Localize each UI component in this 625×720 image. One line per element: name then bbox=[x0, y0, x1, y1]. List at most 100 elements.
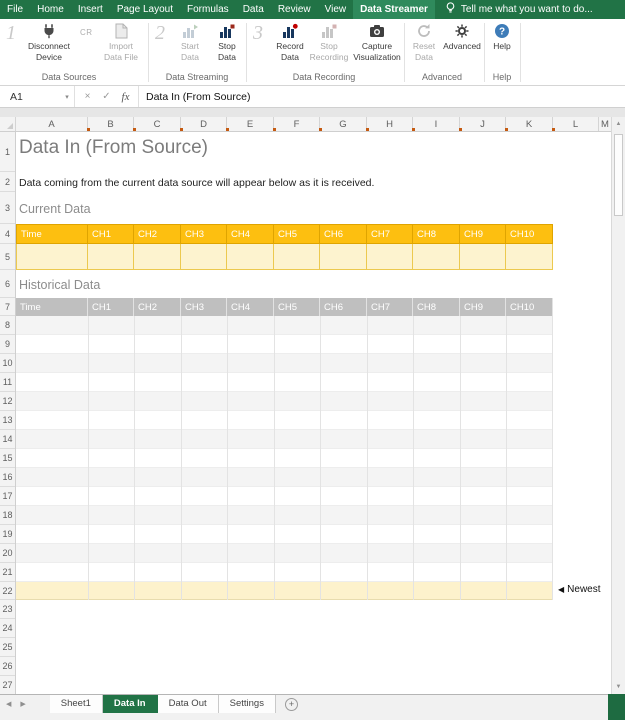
table-header-cell[interactable]: CH9 bbox=[460, 224, 506, 244]
reset-data-button[interactable]: Reset Data bbox=[406, 22, 442, 62]
advanced-button[interactable]: Advanced bbox=[442, 22, 482, 52]
column-header-h[interactable]: H bbox=[367, 117, 413, 131]
tab-data-streamer[interactable]: Data Streamer bbox=[353, 0, 435, 19]
name-box[interactable]: A1 bbox=[0, 86, 60, 107]
row-header[interactable]: 22 bbox=[0, 582, 15, 600]
insert-function-icon[interactable]: fx bbox=[116, 91, 135, 103]
table-row[interactable] bbox=[16, 449, 553, 468]
table-header-cell[interactable]: CH4 bbox=[227, 224, 274, 244]
sheet-tab-data-in[interactable]: Data In bbox=[103, 695, 158, 713]
disconnect-device-button[interactable]: Disconnect Device bbox=[24, 22, 74, 62]
table-header-cell[interactable]: CH6 bbox=[320, 224, 367, 244]
tab-file[interactable]: File bbox=[0, 0, 30, 19]
row-header[interactable]: 24 bbox=[0, 619, 15, 638]
select-all-corner[interactable] bbox=[0, 117, 16, 131]
table-cell[interactable] bbox=[16, 244, 88, 270]
table-header-cell[interactable]: CH3 bbox=[181, 224, 227, 244]
tab-home[interactable]: Home bbox=[30, 0, 71, 19]
tell-me-box[interactable]: Tell me what you want to do... bbox=[437, 0, 601, 19]
row-header[interactable]: 2 bbox=[0, 172, 15, 192]
tab-review[interactable]: Review bbox=[271, 0, 318, 19]
table-row[interactable] bbox=[16, 354, 553, 373]
row-header[interactable]: 23 bbox=[0, 600, 15, 619]
table-row[interactable] bbox=[16, 411, 553, 430]
column-header-m[interactable]: M bbox=[599, 117, 611, 131]
row-header[interactable]: 15 bbox=[0, 449, 15, 468]
table-row[interactable] bbox=[16, 544, 553, 563]
row-header[interactable]: 19 bbox=[0, 525, 15, 544]
table-header-cell[interactable]: CH1 bbox=[88, 224, 134, 244]
enter-icon[interactable]: ✓ bbox=[97, 91, 116, 102]
record-data-button[interactable]: Record Data bbox=[270, 22, 310, 62]
column-header-f[interactable]: F bbox=[274, 117, 320, 131]
table-cell[interactable] bbox=[88, 244, 134, 270]
cancel-icon[interactable]: × bbox=[78, 91, 97, 102]
row-header[interactable]: 4 bbox=[0, 224, 15, 244]
tab-insert[interactable]: Insert bbox=[71, 0, 110, 19]
help-button[interactable]: ? Help bbox=[486, 22, 518, 52]
scroll-up-icon[interactable]: ▲ bbox=[612, 121, 625, 127]
row-header[interactable]: 12 bbox=[0, 392, 15, 411]
scrollbar-thumb[interactable] bbox=[614, 134, 623, 216]
table-header-cell[interactable]: CH8 bbox=[413, 298, 460, 316]
tab-data[interactable]: Data bbox=[236, 0, 271, 19]
capture-visualization-button[interactable]: Capture Visualization bbox=[348, 22, 406, 62]
formula-input[interactable]: Data In (From Source) bbox=[139, 86, 625, 107]
table-header-cell[interactable]: CH2 bbox=[134, 298, 181, 316]
column-header-c[interactable]: C bbox=[134, 117, 181, 131]
table-header-cell[interactable]: CH10 bbox=[506, 298, 553, 316]
row-header[interactable]: 17 bbox=[0, 487, 15, 506]
column-header-j[interactable]: J bbox=[460, 117, 506, 131]
table-cell[interactable] bbox=[227, 244, 274, 270]
tab-page-layout[interactable]: Page Layout bbox=[110, 0, 180, 19]
row-header[interactable]: 14 bbox=[0, 430, 15, 449]
row-header[interactable]: 20 bbox=[0, 544, 15, 563]
row-header[interactable]: 26 bbox=[0, 657, 15, 676]
column-header-k[interactable]: K bbox=[506, 117, 553, 131]
import-data-file-button[interactable]: Import Data File bbox=[96, 22, 146, 62]
table-cell[interactable] bbox=[367, 244, 413, 270]
table-header-cell[interactable]: CH3 bbox=[181, 298, 227, 316]
stop-recording-button[interactable]: Stop Recording bbox=[308, 22, 350, 62]
table-row[interactable] bbox=[16, 487, 553, 506]
table-header-cell[interactable]: CH2 bbox=[134, 224, 181, 244]
column-header-g[interactable]: G bbox=[320, 117, 367, 131]
table-cell[interactable] bbox=[134, 244, 181, 270]
table-cell[interactable] bbox=[181, 244, 227, 270]
table-header-cell[interactable]: CH10 bbox=[506, 224, 553, 244]
table-header-cell[interactable]: CH9 bbox=[460, 298, 506, 316]
table-header-cell[interactable]: CH4 bbox=[227, 298, 274, 316]
row-header[interactable]: 3 bbox=[0, 192, 15, 224]
table-header-cell[interactable]: CH5 bbox=[274, 298, 320, 316]
row-header[interactable]: 5 bbox=[0, 244, 15, 270]
table-header-cell[interactable]: CH8 bbox=[413, 224, 460, 244]
column-header-a[interactable]: A bbox=[16, 117, 88, 131]
tab-formulas[interactable]: Formulas bbox=[180, 0, 236, 19]
column-header-l[interactable]: L bbox=[553, 117, 599, 131]
row-header[interactable]: 9 bbox=[0, 335, 15, 354]
scroll-down-icon[interactable]: ▼ bbox=[612, 684, 625, 690]
table-row[interactable] bbox=[16, 430, 553, 449]
name-box-dropdown-icon[interactable]: ▾ bbox=[60, 86, 75, 107]
table-row[interactable] bbox=[16, 506, 553, 525]
table-header-cell[interactable]: Time bbox=[16, 224, 88, 244]
table-cell[interactable] bbox=[460, 244, 506, 270]
table-cell[interactable] bbox=[506, 244, 553, 270]
row-header[interactable]: 16 bbox=[0, 468, 15, 487]
sheet-tab-settings[interactable]: Settings bbox=[219, 695, 276, 713]
row-header[interactable]: 27 bbox=[0, 676, 15, 694]
table-row[interactable] bbox=[16, 373, 553, 392]
row-header[interactable]: 18 bbox=[0, 506, 15, 525]
sheet-nav-left-icon[interactable]: ◀ bbox=[6, 700, 11, 708]
new-sheet-button[interactable]: + bbox=[285, 698, 298, 711]
vertical-scrollbar[interactable]: ▲ ▼ bbox=[611, 117, 625, 694]
table-header-cell[interactable]: CH6 bbox=[320, 298, 367, 316]
table-row[interactable] bbox=[16, 316, 553, 335]
table-row[interactable] bbox=[16, 468, 553, 487]
row-header[interactable]: 6 bbox=[0, 270, 15, 298]
newest-data-row[interactable] bbox=[16, 582, 553, 600]
table-cell[interactable] bbox=[274, 244, 320, 270]
sheet-tab-data-out[interactable]: Data Out bbox=[158, 695, 219, 713]
row-header[interactable]: 1 bbox=[0, 132, 15, 172]
table-cell[interactable] bbox=[413, 244, 460, 270]
